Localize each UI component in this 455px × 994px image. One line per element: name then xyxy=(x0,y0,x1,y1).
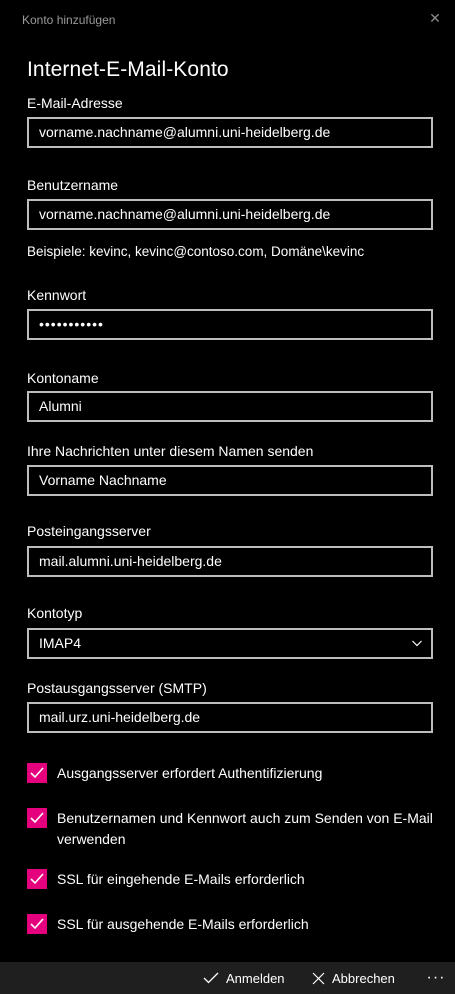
checkmark-icon xyxy=(30,918,44,930)
checkbox-same-credentials[interactable] xyxy=(27,808,47,828)
checkmark-icon xyxy=(30,812,44,824)
outgoing-server-label: Postausgangsserver (SMTP) xyxy=(27,680,207,696)
checkbox-row-auth[interactable]: Ausgangsserver erfordert Authentifizieru… xyxy=(27,763,437,784)
page-title: Internet-E-Mail-Konto xyxy=(27,58,229,81)
password-label: Kennwort xyxy=(27,287,87,303)
incoming-server-field[interactable]: mail.alumni.uni-heidelberg.de xyxy=(27,546,433,577)
username-label: Benutzername xyxy=(27,177,119,193)
password-field[interactable]: ••••••••••• xyxy=(27,309,433,340)
checkmark-icon xyxy=(30,767,44,779)
email-label: E-Mail-Adresse xyxy=(27,95,123,111)
incoming-server-label: Posteingangsserver xyxy=(27,523,151,539)
checkbox-row-ssl-in[interactable]: SSL für eingehende E-Mails erforderlich xyxy=(27,869,437,890)
account-type-value: IMAP4 xyxy=(39,635,82,651)
account-name-field[interactable]: Alumni xyxy=(27,391,433,422)
cancel-button[interactable]: Abbrechen xyxy=(312,962,395,994)
checkbox-row-same-credentials[interactable]: Benutzernamen und Kennwort auch zum Send… xyxy=(27,808,437,850)
password-dots: ••••••••••• xyxy=(39,316,104,332)
checkmark-icon xyxy=(30,873,44,885)
checkmark-icon xyxy=(203,972,219,984)
checkbox-label-same-credentials: Benutzernamen und Kennwort auch zum Send… xyxy=(57,810,433,847)
checkbox-auth[interactable] xyxy=(27,763,47,783)
checkbox-label-ssl-in: SSL für eingehende E-Mails erforderlich xyxy=(57,871,305,887)
window-title: Konto hinzufügen xyxy=(22,13,116,27)
sender-name-label: Ihre Nachrichten unter diesem Namen send… xyxy=(27,443,314,459)
close-icon xyxy=(312,972,325,984)
checkbox-label-ssl-out: SSL für ausgehende E-Mails erforderlich xyxy=(57,916,309,932)
email-field[interactable]: vorname.nachname@alumni.uni-heidelberg.d… xyxy=(27,117,433,148)
cancel-label: Abbrechen xyxy=(332,970,395,986)
outgoing-server-field[interactable]: mail.urz.uni-heidelberg.de xyxy=(27,702,433,733)
signin-button[interactable]: Anmelden xyxy=(203,962,285,994)
account-type-select[interactable]: IMAP4 xyxy=(27,628,433,659)
chevron-down-icon xyxy=(412,640,422,647)
close-icon[interactable]: ✕ xyxy=(428,10,442,26)
username-field[interactable]: vorname.nachname@alumni.uni-heidelberg.d… xyxy=(27,199,433,230)
checkbox-label-auth: Ausgangsserver erfordert Authentifizieru… xyxy=(57,765,323,781)
checkbox-row-ssl-out[interactable]: SSL für ausgehende E-Mails erforderlich xyxy=(27,914,437,935)
username-hint: Beispiele: kevinc, kevinc@contoso.com, D… xyxy=(27,244,365,259)
command-bar: Anmelden Abbrechen ··· xyxy=(0,962,455,994)
account-name-label: Kontoname xyxy=(27,370,99,386)
more-options-button[interactable]: ··· xyxy=(424,962,448,994)
sender-name-field[interactable]: Vorname Nachname xyxy=(27,465,433,496)
account-type-label: Kontotyp xyxy=(27,605,83,621)
checkbox-ssl-out[interactable] xyxy=(27,914,47,934)
checkbox-ssl-in[interactable] xyxy=(27,869,47,889)
signin-label: Anmelden xyxy=(226,970,285,986)
